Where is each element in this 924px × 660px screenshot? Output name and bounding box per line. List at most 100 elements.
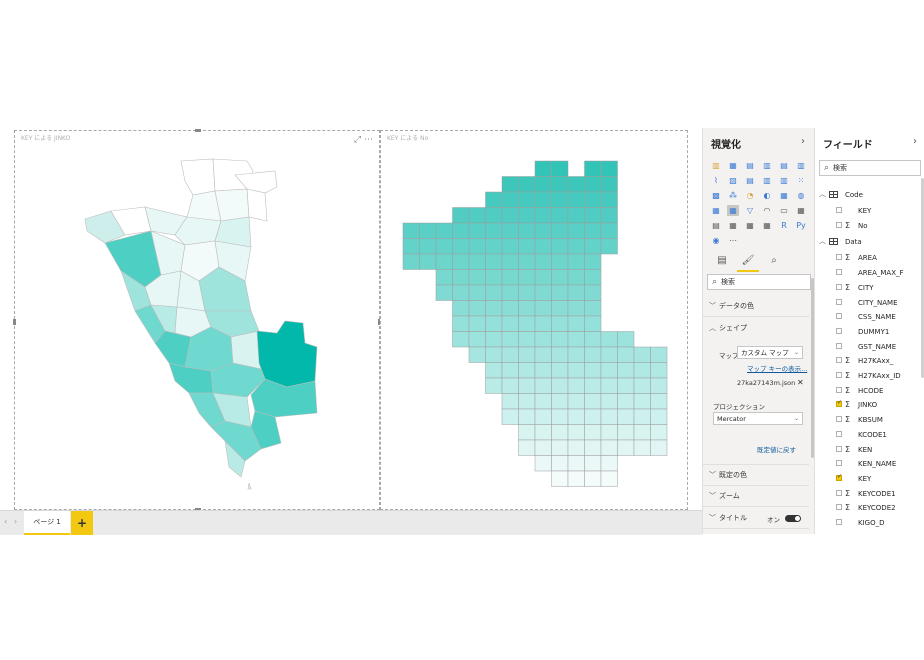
grid-cell[interactable] bbox=[551, 160, 569, 177]
grid-cell[interactable] bbox=[584, 284, 602, 301]
grid-cell[interactable] bbox=[567, 300, 585, 317]
visual-type-icon[interactable]: ▽ bbox=[744, 205, 756, 216]
grid-cell[interactable] bbox=[485, 346, 503, 363]
grid-cell[interactable] bbox=[485, 331, 503, 348]
grid-cell[interactable] bbox=[485, 284, 503, 301]
grid-cell[interactable] bbox=[584, 439, 602, 456]
visual-type-icon[interactable]: ◍ bbox=[795, 190, 807, 201]
grid-cell[interactable] bbox=[584, 315, 602, 332]
visual-type-icon[interactable]: ▥ bbox=[761, 160, 773, 171]
grid-cell[interactable] bbox=[518, 222, 536, 239]
grid-cell[interactable] bbox=[452, 284, 470, 301]
grid-cell[interactable] bbox=[650, 362, 668, 379]
grid-cell[interactable] bbox=[518, 300, 536, 317]
visual-type-icon[interactable]: ▦ bbox=[710, 205, 722, 216]
grid-cell[interactable] bbox=[501, 284, 519, 301]
grid-cell[interactable] bbox=[534, 346, 552, 363]
grid-cell[interactable] bbox=[534, 207, 552, 224]
grid-cell[interactable] bbox=[567, 377, 585, 394]
grid-cell[interactable] bbox=[534, 253, 552, 270]
grid-cell[interactable] bbox=[584, 346, 602, 363]
grid-cell[interactable] bbox=[501, 269, 519, 286]
field-checkbox[interactable] bbox=[836, 298, 842, 305]
grid-cell[interactable] bbox=[600, 346, 618, 363]
fields-tab-icon[interactable]: ▤ bbox=[715, 254, 729, 268]
grid-cell[interactable] bbox=[600, 455, 618, 472]
grid-cell[interactable] bbox=[485, 300, 503, 317]
grid-cell[interactable] bbox=[584, 222, 602, 239]
grid-cell[interactable] bbox=[600, 331, 618, 348]
projection-select[interactable]: Mercator ⌄ bbox=[713, 412, 803, 425]
grid-cell[interactable] bbox=[435, 222, 453, 239]
grid-cell[interactable] bbox=[600, 160, 618, 177]
grid-cell[interactable] bbox=[534, 393, 552, 410]
map-select[interactable]: カスタム マップ ⌄ bbox=[737, 346, 803, 359]
next-page-icon[interactable]: › bbox=[14, 517, 17, 526]
grid-cell[interactable] bbox=[468, 269, 486, 286]
grid-cell[interactable] bbox=[633, 377, 651, 394]
grid-cell[interactable] bbox=[534, 362, 552, 379]
grid-cell[interactable] bbox=[617, 362, 635, 379]
field-checkbox[interactable] bbox=[836, 283, 842, 290]
field-item[interactable]: Σ KEYCODE2 bbox=[815, 501, 924, 515]
grid-cell[interactable] bbox=[468, 331, 486, 348]
reset-default-link[interactable]: 既定値に戻す bbox=[757, 444, 796, 454]
grid-cell[interactable] bbox=[518, 315, 536, 332]
grid-cell[interactable] bbox=[452, 238, 470, 255]
grid-cell[interactable] bbox=[468, 207, 486, 224]
grid-cell[interactable] bbox=[567, 191, 585, 208]
grid-cell[interactable] bbox=[518, 439, 536, 456]
grid-cell[interactable] bbox=[584, 191, 602, 208]
grid-cell[interactable] bbox=[501, 253, 519, 270]
grid-cell[interactable] bbox=[485, 269, 503, 286]
field-item[interactable]: Σ H27KAxx_ bbox=[815, 354, 924, 368]
grid-cell[interactable] bbox=[402, 253, 420, 270]
grid-cell[interactable] bbox=[468, 222, 486, 239]
field-item[interactable]: CSS_NAME bbox=[815, 310, 924, 324]
grid-cell[interactable] bbox=[468, 300, 486, 317]
grid-cell[interactable] bbox=[617, 346, 635, 363]
grid-cell[interactable] bbox=[518, 393, 536, 410]
visual-type-icon[interactable]: ◉ bbox=[710, 235, 722, 246]
grid-cell[interactable] bbox=[518, 238, 536, 255]
visual-type-icon[interactable]: ▦ bbox=[727, 220, 739, 231]
grid-cell[interactable] bbox=[650, 346, 668, 363]
grid-cell[interactable] bbox=[551, 269, 569, 286]
visual-type-icon[interactable]: ⋯ bbox=[727, 235, 739, 246]
grid-cell[interactable] bbox=[485, 315, 503, 332]
grid-cell[interactable] bbox=[501, 222, 519, 239]
title-toggle[interactable] bbox=[785, 515, 801, 522]
field-item[interactable]: Σ AREA bbox=[815, 251, 924, 265]
field-checkbox[interactable] bbox=[836, 207, 842, 213]
field-item[interactable]: Σ KBSUM bbox=[815, 413, 924, 427]
visual-type-icon[interactable]: R bbox=[778, 220, 790, 231]
field-item[interactable]: Σ HCODE bbox=[815, 384, 924, 398]
grid-cell[interactable] bbox=[501, 362, 519, 379]
grid-cell[interactable] bbox=[501, 377, 519, 394]
field-checkbox[interactable] bbox=[836, 473, 842, 481]
grid-cell[interactable] bbox=[468, 253, 486, 270]
field-item[interactable]: Σ H27KAxx_ID bbox=[815, 369, 924, 383]
grid-cell[interactable] bbox=[551, 191, 569, 208]
field-checkbox[interactable] bbox=[836, 386, 842, 393]
grid-cell[interactable] bbox=[633, 424, 651, 441]
field-item[interactable]: GST_NAME bbox=[815, 340, 924, 354]
grid-cell[interactable] bbox=[633, 439, 651, 456]
field-item[interactable]: KIGO_D bbox=[815, 516, 924, 530]
chevron-right-icon[interactable]: › bbox=[801, 136, 805, 147]
grid-cell[interactable] bbox=[518, 331, 536, 348]
grid-cell[interactable] bbox=[452, 331, 470, 348]
grid-cell[interactable] bbox=[452, 207, 470, 224]
add-page-button[interactable]: + bbox=[71, 511, 93, 535]
grid-cell[interactable] bbox=[600, 470, 618, 487]
visual-type-icon[interactable]: ▤ bbox=[744, 160, 756, 171]
grid-cell[interactable] bbox=[534, 238, 552, 255]
field-checkbox[interactable] bbox=[836, 504, 842, 511]
grid-cell[interactable] bbox=[584, 253, 602, 270]
grid-cell[interactable] bbox=[468, 284, 486, 301]
visual-type-icon[interactable]: ◐ bbox=[761, 190, 773, 201]
field-item[interactable]: KEY bbox=[815, 204, 924, 218]
grid-cell[interactable] bbox=[435, 269, 453, 286]
grid-cell[interactable] bbox=[452, 222, 470, 239]
grid-cell[interactable] bbox=[584, 238, 602, 255]
